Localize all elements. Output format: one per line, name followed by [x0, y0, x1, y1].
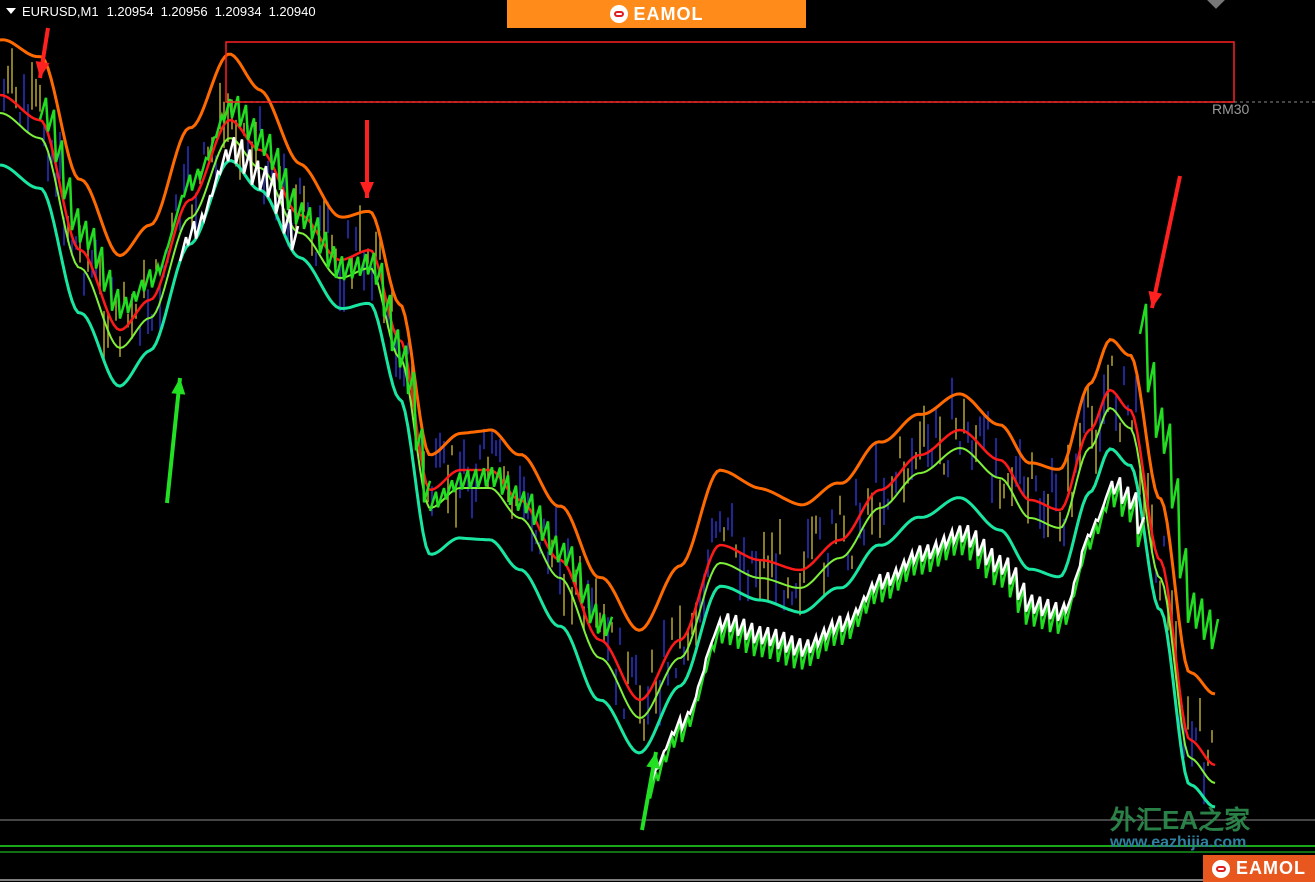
low-price: 1.20934: [214, 3, 262, 19]
eamol-corner-banner[interactable]: EAMOL: [1203, 855, 1315, 882]
sell-arrow-3-shaft: [1150, 175, 1182, 309]
buy-arrow-2: [646, 752, 661, 769]
inner-band-line: [0, 112, 1216, 784]
close-price: 1.20940: [268, 3, 316, 19]
down-triangle-icon[interactable]: [6, 8, 16, 14]
corner-brand: EAMOL: [1236, 858, 1306, 878]
eamol-logo-icon: [1212, 859, 1230, 878]
candles-layer: [3, 48, 1213, 805]
high-price: 1.20956: [160, 3, 208, 19]
spike-trace: [178, 136, 300, 262]
watermark-url: www.eazhijia.com: [1110, 834, 1247, 851]
eamol-logo-icon: [609, 5, 628, 23]
banner-brand: EAMOL: [633, 3, 704, 24]
eamol-banner[interactable]: EAMOL: [507, 0, 806, 28]
symbol-label: EURUSD,M1: [22, 3, 99, 19]
watermark-text: 外汇EA之家: [1110, 805, 1251, 835]
spike-lines-layer: [38, 95, 1220, 799]
sell-arrow-2: [360, 182, 374, 198]
price-chart[interactable]: [0, 0, 1315, 882]
resistance-zone-box: [225, 41, 1235, 103]
bands-layer: [0, 38, 1216, 809]
chart-header: EURUSD,M1 1.20954 1.20956 1.20934 1.2094…: [0, 0, 323, 22]
buy-arrow-1-shaft: [165, 377, 182, 504]
open-price: 1.20954: [106, 3, 154, 19]
lower-band-line: [0, 159, 1216, 809]
rm-level-label: RM30: [1212, 101, 1250, 117]
